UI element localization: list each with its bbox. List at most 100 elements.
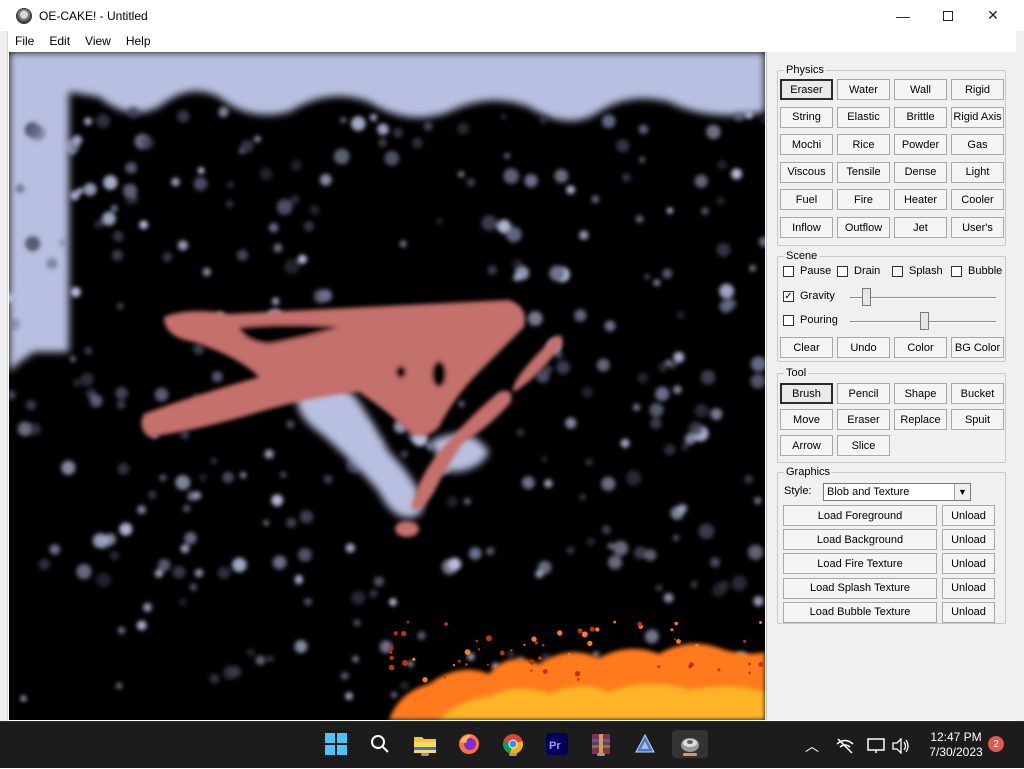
fire-spark [541, 643, 545, 647]
tool-shape-button[interactable]: Shape [894, 383, 947, 404]
fire-spark [465, 663, 468, 666]
water-particle [753, 596, 764, 607]
tool-slice-button[interactable]: Slice [837, 435, 890, 456]
gravity-check-box[interactable]: ✓ [783, 290, 794, 302]
menu-help[interactable]: Help [119, 34, 159, 48]
chrome-icon[interactable] [499, 730, 527, 758]
physics-user-s-button[interactable]: User's [951, 217, 1004, 238]
physics-powder-button[interactable]: Powder [894, 134, 947, 156]
file-explorer-icon[interactable] [411, 730, 439, 758]
drain-checkbox[interactable]: Drain [837, 265, 880, 277]
water-particle [162, 252, 173, 263]
tool-spuit-button[interactable]: Spuit [951, 409, 1004, 430]
physics-eraser-button[interactable]: Eraser [780, 79, 833, 100]
water-particle [178, 598, 187, 606]
gravity-slider-thumb[interactable] [862, 288, 872, 306]
splash-checkbox[interactable]: Splash [892, 265, 943, 277]
physics-viscous-button[interactable]: Viscous [780, 161, 833, 183]
load-foreground-button[interactable]: Load Foreground [783, 505, 937, 526]
bubble-checkbox[interactable]: Bubble [951, 265, 1002, 277]
firefox-icon[interactable] [455, 730, 483, 758]
monitor-icon[interactable] [867, 722, 885, 769]
tool-replace-button[interactable]: Replace [894, 409, 947, 430]
water-particle [171, 177, 180, 187]
menu-view[interactable]: View [78, 34, 119, 48]
menu-file[interactable]: File [8, 34, 42, 48]
physics-dense-button[interactable]: Dense [894, 161, 947, 183]
physics-fuel-button[interactable]: Fuel [780, 189, 833, 211]
maximize-button[interactable] [925, 0, 971, 31]
network-off-icon[interactable] [836, 722, 854, 769]
physics-rigid-button[interactable]: Rigid [951, 79, 1004, 100]
gravity-checkbox[interactable]: ✓ Gravity [783, 290, 835, 302]
tool-eraser-button[interactable]: Eraser [837, 409, 890, 430]
physics-jet-button[interactable]: Jet [894, 217, 947, 238]
unload-bubble-texture-button[interactable]: Unload [942, 601, 995, 623]
system-clock[interactable]: 12:47 PM 7/30/2023 [918, 730, 994, 760]
bubble-check-box[interactable] [951, 265, 962, 277]
fire-spark [464, 649, 471, 655]
simulation-canvas[interactable] [9, 52, 765, 720]
unload-foreground-button[interactable]: Unload [942, 505, 995, 526]
tool-arrow-button[interactable]: Arrow [780, 435, 833, 456]
load-fire-texture-button[interactable]: Load Fire Texture [783, 553, 937, 575]
color-button[interactable]: Color [894, 337, 947, 358]
tool-brush-button[interactable]: Brush [780, 383, 833, 404]
tool-move-button[interactable]: Move [780, 409, 833, 430]
volume-icon[interactable] [892, 722, 910, 769]
physics-string-button[interactable]: String [780, 106, 833, 128]
drain-check-box[interactable] [837, 265, 848, 277]
tool-bucket-button[interactable]: Bucket [951, 383, 1004, 404]
water-particle [194, 568, 204, 578]
load-background-button[interactable]: Load Background [783, 529, 937, 551]
pouring-check-box[interactable] [783, 314, 794, 326]
window-frame-right [1016, 31, 1024, 721]
physics-light-button[interactable]: Light [951, 161, 1004, 183]
undo-button[interactable]: Undo [837, 337, 890, 358]
physics-elastic-button[interactable]: Elastic [837, 106, 890, 128]
menu-edit[interactable]: Edit [42, 34, 78, 48]
physics-brittle-button[interactable]: Brittle [894, 106, 947, 128]
physics-mochi-button[interactable]: Mochi [780, 134, 833, 156]
premiere-pro-icon[interactable]: Pr [543, 730, 571, 758]
app-triangle-icon[interactable] [631, 730, 659, 758]
svg-text:Pr: Pr [549, 740, 561, 752]
physics-wall-button[interactable]: Wall [894, 79, 947, 100]
physics-cooler-button[interactable]: Cooler [951, 189, 1004, 211]
pause-check-box[interactable] [783, 265, 794, 277]
splash-check-box[interactable] [892, 265, 903, 277]
load-splash-texture-button[interactable]: Load Splash Texture [783, 577, 937, 599]
style-dropdown[interactable]: Blob and Texture ▼ [823, 483, 971, 501]
oe-cake-taskbar-icon[interactable] [672, 730, 708, 758]
physics-gas-button[interactable]: Gas [951, 134, 1004, 156]
windows-start-icon[interactable] [322, 730, 350, 758]
pouring-slider-thumb[interactable] [919, 312, 929, 330]
physics-inflow-button[interactable]: Inflow [780, 217, 833, 238]
pouring-checkbox[interactable]: Pouring [783, 314, 838, 326]
physics-outflow-button[interactable]: Outflow [837, 217, 890, 238]
unload-splash-texture-button[interactable]: Unload [942, 577, 995, 599]
close-button[interactable]: ✕ [970, 0, 1016, 31]
search-icon[interactable] [366, 730, 394, 758]
physics-tensile-button[interactable]: Tensile [837, 161, 890, 183]
tool-pencil-button[interactable]: Pencil [837, 383, 890, 404]
unload-fire-texture-button[interactable]: Unload [942, 553, 995, 575]
physics-water-button[interactable]: Water [837, 79, 890, 100]
clear-button[interactable]: Clear [780, 337, 833, 358]
chevron-down-icon[interactable]: ▼ [954, 484, 970, 500]
physics-rice-button[interactable]: Rice [837, 134, 890, 156]
winrar-icon[interactable] [587, 730, 615, 758]
bg-color-button[interactable]: BG Color [951, 337, 1004, 358]
minimize-button[interactable]: — [880, 0, 926, 31]
water-particle [226, 200, 234, 208]
water-particle [507, 650, 515, 658]
physics-rigid-axis-button[interactable]: Rigid Axis [951, 106, 1004, 128]
tray-overflow-chevron-icon[interactable]: ︿ [805, 722, 819, 769]
unload-background-button[interactable]: Unload [942, 529, 995, 551]
physics-fire-button[interactable]: Fire [837, 189, 890, 211]
pause-checkbox[interactable]: Pause [783, 265, 831, 277]
physics-heater-button[interactable]: Heater [894, 189, 947, 211]
notification-badge[interactable]: 2 [988, 736, 1004, 752]
load-bubble-texture-button[interactable]: Load Bubble Texture [783, 601, 937, 623]
water-particle [607, 542, 614, 550]
